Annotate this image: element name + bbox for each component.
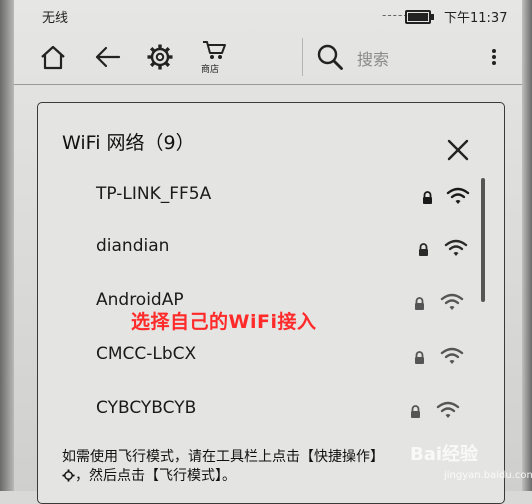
status-bar: 无线 ----- 下午11:37 [14, 0, 522, 30]
clock: 下午11:37 [444, 11, 508, 26]
search-icon [317, 44, 343, 70]
network-name: TP-LINK_FF5A [96, 184, 212, 204]
lock-icon [414, 296, 425, 310]
back-arrow-icon [95, 46, 121, 68]
tutorial-caption: 选择自己的WiFi接入 [131, 311, 317, 333]
back-button[interactable] [90, 30, 124, 84]
toolbar: 商店 搜索 [14, 30, 522, 85]
home-button[interactable] [36, 30, 70, 84]
lock-icon [414, 350, 425, 364]
battery-icon [405, 10, 434, 24]
dialog-title: WiFi 网络（9） [62, 132, 195, 154]
settings-button[interactable] [143, 30, 177, 84]
network-item[interactable]: CYBCYBCYB [60, 392, 476, 428]
scrollbar[interactable] [481, 178, 485, 302]
home-icon [41, 45, 65, 70]
device-bezel-left [0, 0, 14, 491]
wifi-signal-icon [440, 346, 464, 366]
device-bezel-right [522, 0, 532, 491]
wifi-signal-icon [440, 292, 464, 312]
search-button[interactable] [312, 30, 348, 84]
wifi-signal-icon [446, 186, 470, 206]
more-menu-button[interactable] [486, 30, 502, 84]
store-label: 商店 [201, 65, 220, 75]
close-button[interactable] [446, 138, 470, 162]
airplane-mode-hint-line2: ，然后点击【飞行模式】。 [62, 465, 236, 486]
watermark-url: jingyan.baidu.com [444, 470, 532, 481]
lock-icon [422, 190, 433, 204]
more-vertical-icon [492, 49, 496, 65]
search-input[interactable]: 搜索 [357, 46, 389, 70]
network-item[interactable]: CMCC-LbCX [60, 338, 476, 374]
cart-icon [203, 41, 226, 59]
network-item[interactable]: diandian [60, 230, 476, 266]
watermark-logo: Bai经验 [410, 444, 479, 465]
network-name: CMCC-LbCX [96, 344, 197, 364]
close-icon [447, 139, 469, 161]
lock-icon [418, 242, 429, 256]
toolbar-divider [302, 38, 303, 76]
hint-line2-text: ，然后点击【飞行模式】。 [75, 468, 236, 484]
wifi-signal-icon [444, 238, 468, 258]
wireless-status-label: 无线 [42, 11, 69, 26]
store-button[interactable] [197, 30, 231, 84]
gear-icon [147, 44, 173, 70]
lock-icon [410, 404, 421, 418]
gear-icon [62, 469, 75, 486]
network-item[interactable]: TP-LINK_FF5A [60, 178, 476, 214]
network-name: diandian [96, 236, 170, 256]
wifi-signal-icon [436, 400, 460, 420]
network-name: CYBCYBCYB [96, 398, 197, 418]
airplane-mode-hint: 如需使用飞行模式，请在工具栏上点击【快捷操作】 [62, 449, 384, 465]
